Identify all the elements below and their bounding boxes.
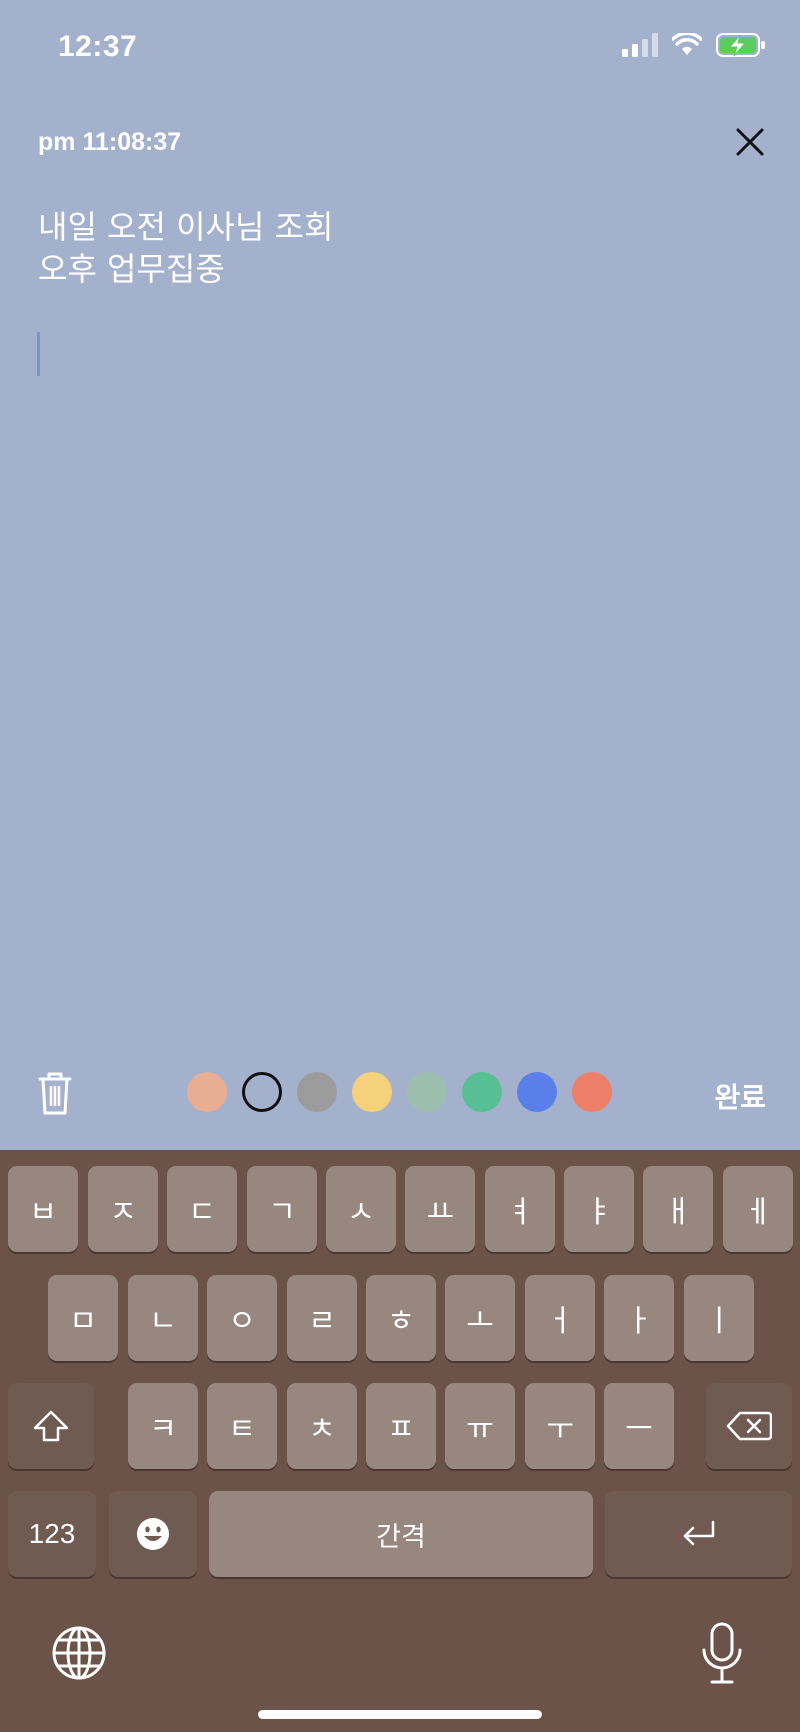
key-label: ㅂ (29, 1195, 57, 1230)
key-label: ㅌ (228, 1412, 256, 1447)
key[interactable]: ㅇ (207, 1275, 277, 1361)
color-swatch-none-selected[interactable] (242, 1072, 282, 1112)
shift-icon (33, 1410, 69, 1442)
key[interactable]: ㄴ (128, 1275, 198, 1361)
note-line: 오후 업무집중 (38, 250, 225, 288)
key[interactable]: ㅎ (366, 1275, 436, 1361)
color-swatch-peach[interactable] (187, 1072, 227, 1112)
key[interactable]: ㅔ (723, 1166, 793, 1252)
key-label: ㅜ (546, 1412, 574, 1447)
numbers-key-label: 123 (28, 1518, 76, 1549)
key-label: ㅓ (546, 1304, 574, 1339)
home-indicator (258, 1710, 542, 1719)
close-icon[interactable] (730, 122, 770, 162)
key-label: ㅈ (109, 1195, 137, 1230)
key[interactable]: ㅕ (485, 1166, 555, 1252)
emoji-icon (137, 1518, 169, 1550)
key[interactable]: ㄹ (287, 1275, 357, 1361)
key-label: ㅔ (744, 1195, 772, 1230)
backspace-key[interactable] (706, 1383, 792, 1469)
color-swatch-gray[interactable] (297, 1072, 337, 1112)
key[interactable]: ㅐ (643, 1166, 713, 1252)
key[interactable]: ㅊ (287, 1383, 357, 1469)
key-label: ㄹ (308, 1304, 336, 1339)
key-label: ㅁ (69, 1304, 97, 1339)
key-label: ㅍ (387, 1412, 415, 1447)
key-label: ㅇ (228, 1304, 256, 1339)
color-swatch-blue[interactable] (517, 1072, 557, 1112)
note-text-area[interactable]: 내일 오전 이사님 조회 오후 업무집중 (38, 206, 758, 290)
key-label: ㅑ (585, 1195, 613, 1230)
key[interactable]: ㅅ (326, 1166, 396, 1252)
note-timestamp: pm 11:08:37 (38, 128, 182, 156)
key-label: ㅛ (426, 1195, 454, 1230)
key[interactable]: ㅑ (564, 1166, 634, 1252)
key-label: ㅣ (705, 1304, 733, 1339)
key-label: ㅗ (466, 1304, 494, 1339)
emoji-key[interactable] (109, 1491, 197, 1577)
battery-charging-icon (716, 33, 765, 57)
key-label: ㅎ (387, 1304, 415, 1339)
key[interactable]: ㅛ (405, 1166, 475, 1252)
key-label: ㅡ (625, 1412, 653, 1447)
space-key-label: 간격 (376, 1521, 426, 1553)
key[interactable]: ㄷ (167, 1166, 237, 1252)
status-icons (622, 32, 766, 58)
key[interactable]: ㅁ (48, 1275, 118, 1361)
key[interactable]: ㅠ (445, 1383, 515, 1469)
key-label: ㅕ (506, 1195, 534, 1230)
return-icon (683, 1520, 714, 1546)
done-button[interactable]: 완료 (714, 1076, 766, 1116)
signal-icon (622, 33, 658, 57)
wifi-icon (672, 33, 702, 55)
trash-icon[interactable] (36, 1070, 74, 1116)
color-swatch-green[interactable] (462, 1072, 502, 1112)
key-label: ㅊ (308, 1412, 336, 1447)
color-swatch-sage[interactable] (407, 1072, 447, 1112)
color-swatch-yellow[interactable] (352, 1072, 392, 1112)
key[interactable]: ㅓ (525, 1275, 595, 1361)
backspace-icon (726, 1411, 772, 1441)
key[interactable]: ㅣ (684, 1275, 754, 1361)
key[interactable]: ㅏ (604, 1275, 674, 1361)
note-line: 내일 오전 이사님 조회 (38, 208, 334, 246)
key-label: ㄴ (149, 1304, 177, 1339)
key[interactable]: ㅌ (207, 1383, 277, 1469)
key-label: ㅏ (625, 1304, 653, 1339)
microphone-icon[interactable] (700, 1622, 744, 1686)
key-label: ㅋ (149, 1412, 177, 1447)
key[interactable]: ㄱ (247, 1166, 317, 1252)
key[interactable]: ㅜ (525, 1383, 595, 1469)
numbers-key[interactable]: 123 (8, 1491, 96, 1577)
color-swatch-coral[interactable] (572, 1072, 612, 1112)
key-label: ㄱ (268, 1195, 296, 1230)
status-time: 12:37 (58, 30, 138, 63)
korean-keyboard: ㅂ ㅈ ㄷ ㄱ ㅅ ㅛ ㅕ ㅑ ㅐ ㅔ ㅁ ㄴ ㅇ ㄹ ㅎ ㅗ ㅓ ㅏ ㅣ ㅋ … (0, 1150, 800, 1732)
space-key[interactable]: 간격 (209, 1491, 593, 1577)
return-key[interactable] (605, 1491, 792, 1577)
key[interactable]: ㅈ (88, 1166, 158, 1252)
shift-key[interactable] (8, 1383, 94, 1469)
color-palette (187, 1072, 612, 1112)
key[interactable]: ㅂ (8, 1166, 78, 1252)
key-label: ㅐ (664, 1195, 692, 1230)
key[interactable]: ㅍ (366, 1383, 436, 1469)
key[interactable]: ㅡ (604, 1383, 674, 1469)
key-label: ㅠ (466, 1412, 494, 1447)
globe-icon[interactable] (50, 1624, 108, 1682)
text-cursor (37, 332, 40, 376)
status-bar: 12:37 (0, 0, 800, 96)
key[interactable]: ㅗ (445, 1275, 515, 1361)
key[interactable]: ㅋ (128, 1383, 198, 1469)
key-label: ㄷ (188, 1195, 216, 1230)
key-label: ㅅ (347, 1195, 375, 1230)
note-toolbar: 완료 (0, 1062, 800, 1142)
